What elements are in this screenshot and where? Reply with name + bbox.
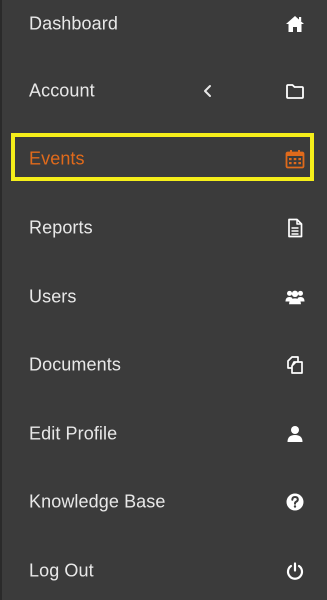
menu-item-label: Knowledge Base [29,491,166,512]
menu-item-users[interactable]: Users [2,273,327,321]
menu-item-account[interactable]: Account [2,67,327,115]
copy-icon [285,355,305,375]
menu-item-documents[interactable]: Documents [2,341,327,389]
question-circle-icon [285,492,305,512]
menu-item-label: Log Out [29,560,94,581]
menu-item-events[interactable]: Events [2,135,327,183]
menu-item-label: Users [29,286,77,307]
chevron-left-icon[interactable] [201,84,215,98]
menu-item-label: Documents [29,354,121,375]
menu-item-knowledge-base[interactable]: Knowledge Base [2,478,327,526]
menu-item-label: Account [29,80,95,101]
menu-item-label: Reports [29,217,93,238]
menu-item-dashboard[interactable]: Dashboard [2,0,327,48]
home-icon [285,14,305,34]
menu-item-label: Edit Profile [29,423,118,444]
user-icon [285,424,305,444]
menu-item-label: Dashboard [29,13,118,34]
menu-item-edit-profile[interactable]: Edit Profile [2,410,327,458]
menu-item-label: Events [29,148,85,169]
sidebar-menu: Dashboard Account Events Reports Users D… [0,0,327,600]
calendar-icon [285,149,305,169]
menu-item-reports[interactable]: Reports [2,204,327,252]
folder-icon [285,81,305,101]
power-icon [285,561,305,581]
menu-item-log-out[interactable]: Log Out [2,547,327,595]
document-icon [285,218,305,238]
users-icon [285,287,305,307]
